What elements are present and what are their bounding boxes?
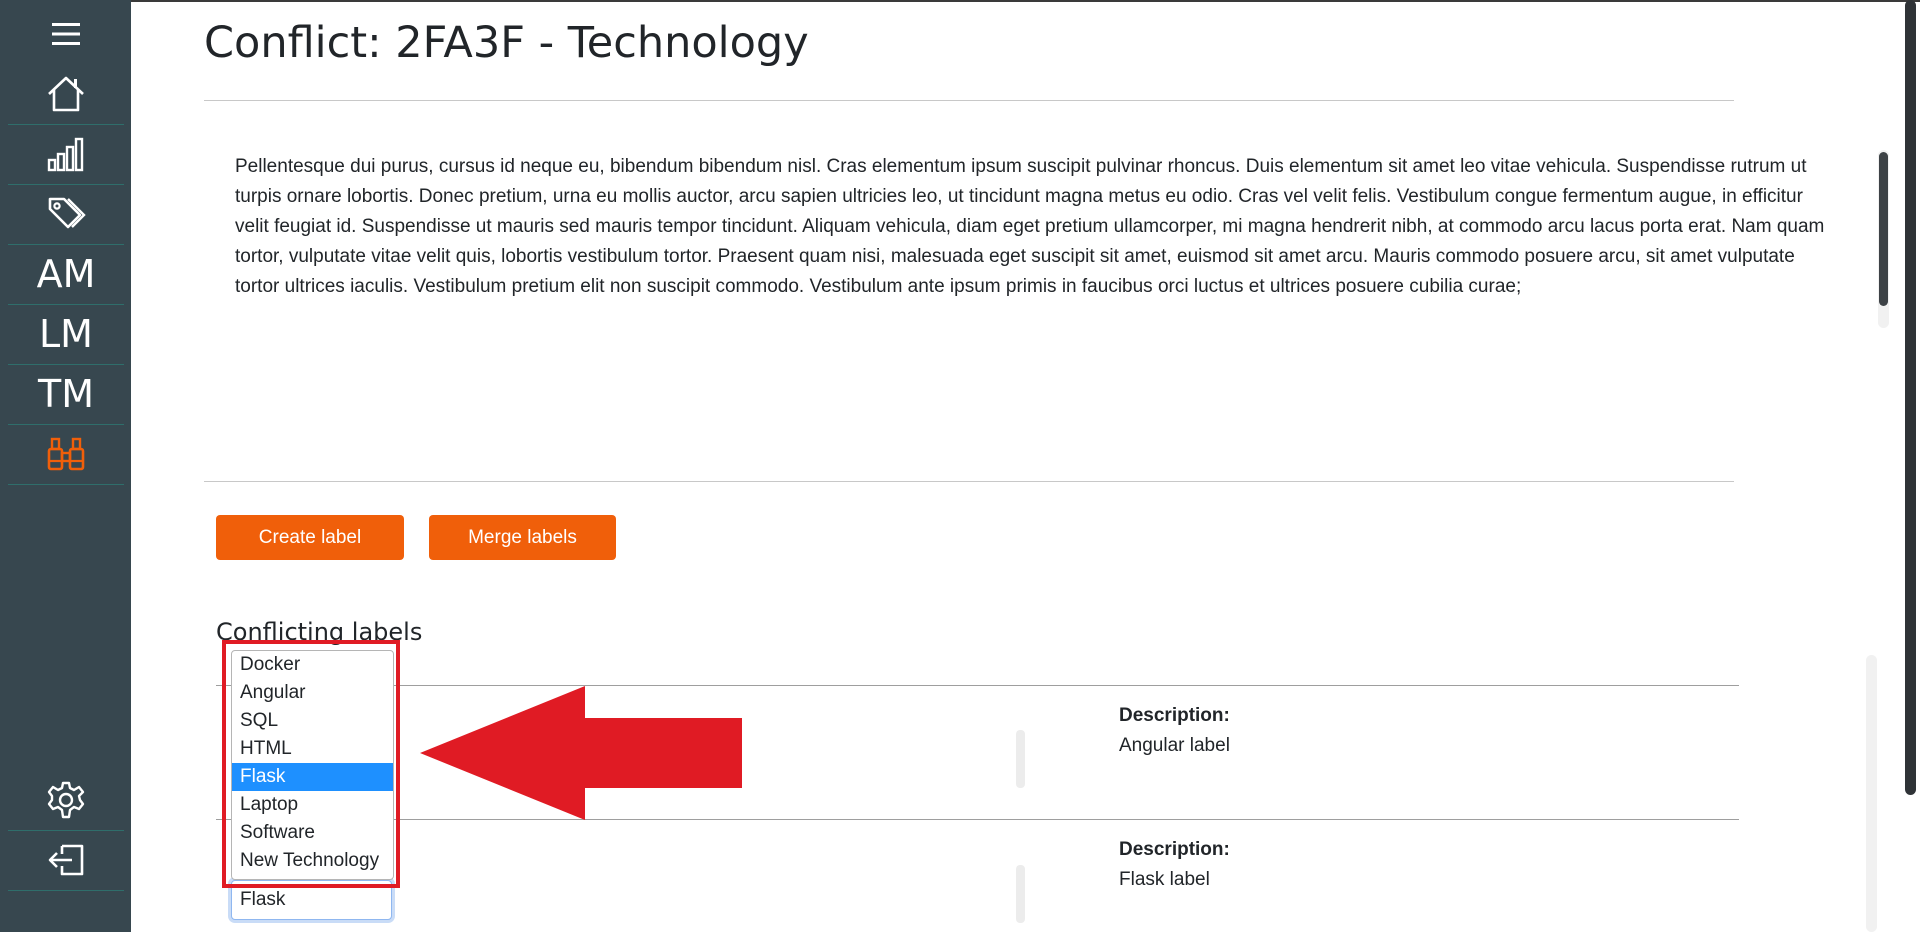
divider xyxy=(204,481,1734,482)
menu-toggle-button[interactable] xyxy=(8,0,124,68)
logout-icon xyxy=(48,844,84,876)
page-scrollbar-thumb[interactable] xyxy=(1905,0,1916,795)
sidebar-item-am[interactable]: AM xyxy=(8,244,124,305)
description-label: Description: xyxy=(1119,705,1230,726)
sidebar-item-lm[interactable]: LM xyxy=(8,304,124,365)
sidebar-item-settings[interactable] xyxy=(8,770,124,831)
menu-icon xyxy=(52,23,80,45)
annotation-highlight-box xyxy=(222,640,400,888)
row-separator xyxy=(1016,730,1025,788)
sidebar-item-tm[interactable]: TM xyxy=(8,364,124,425)
merge-labels-button[interactable]: Merge labels xyxy=(429,515,616,560)
binoculars-icon xyxy=(47,437,85,471)
list-scrollbar[interactable] xyxy=(1866,655,1877,932)
sidebar-item-home[interactable] xyxy=(8,64,124,125)
description-value: Angular label xyxy=(1119,735,1230,756)
conflict-description: Pellentesque dui purus, cursus id neque … xyxy=(235,156,1825,297)
sidebar-item-logout[interactable] xyxy=(8,830,124,891)
page-title: Conflict: 2FA3F - Technology xyxy=(204,18,809,68)
bar-chart-icon xyxy=(47,137,84,172)
sidebar-item-statistics[interactable] xyxy=(8,124,124,185)
top-border xyxy=(131,0,1920,2)
sidebar-item-label: AM xyxy=(36,252,96,296)
paragraph-scrollbar-thumb[interactable] xyxy=(1879,152,1888,306)
sidebar-item-label: LM xyxy=(39,312,93,356)
description-label: Description: xyxy=(1119,839,1230,860)
sidebar-item-labels[interactable] xyxy=(8,184,124,245)
home-icon xyxy=(48,76,84,112)
row-separator xyxy=(1016,865,1025,923)
tags-icon xyxy=(48,197,86,229)
sidebar: AM LM TM xyxy=(0,0,131,932)
divider xyxy=(204,100,1734,101)
sidebar-item-label: TM xyxy=(38,372,94,416)
create-label-button[interactable]: Create label xyxy=(216,515,404,560)
sidebar-item-conflicts[interactable] xyxy=(8,424,124,485)
gear-icon xyxy=(47,781,85,819)
annotation-arrow-icon xyxy=(420,686,742,820)
description-value: Flask label xyxy=(1119,869,1210,890)
